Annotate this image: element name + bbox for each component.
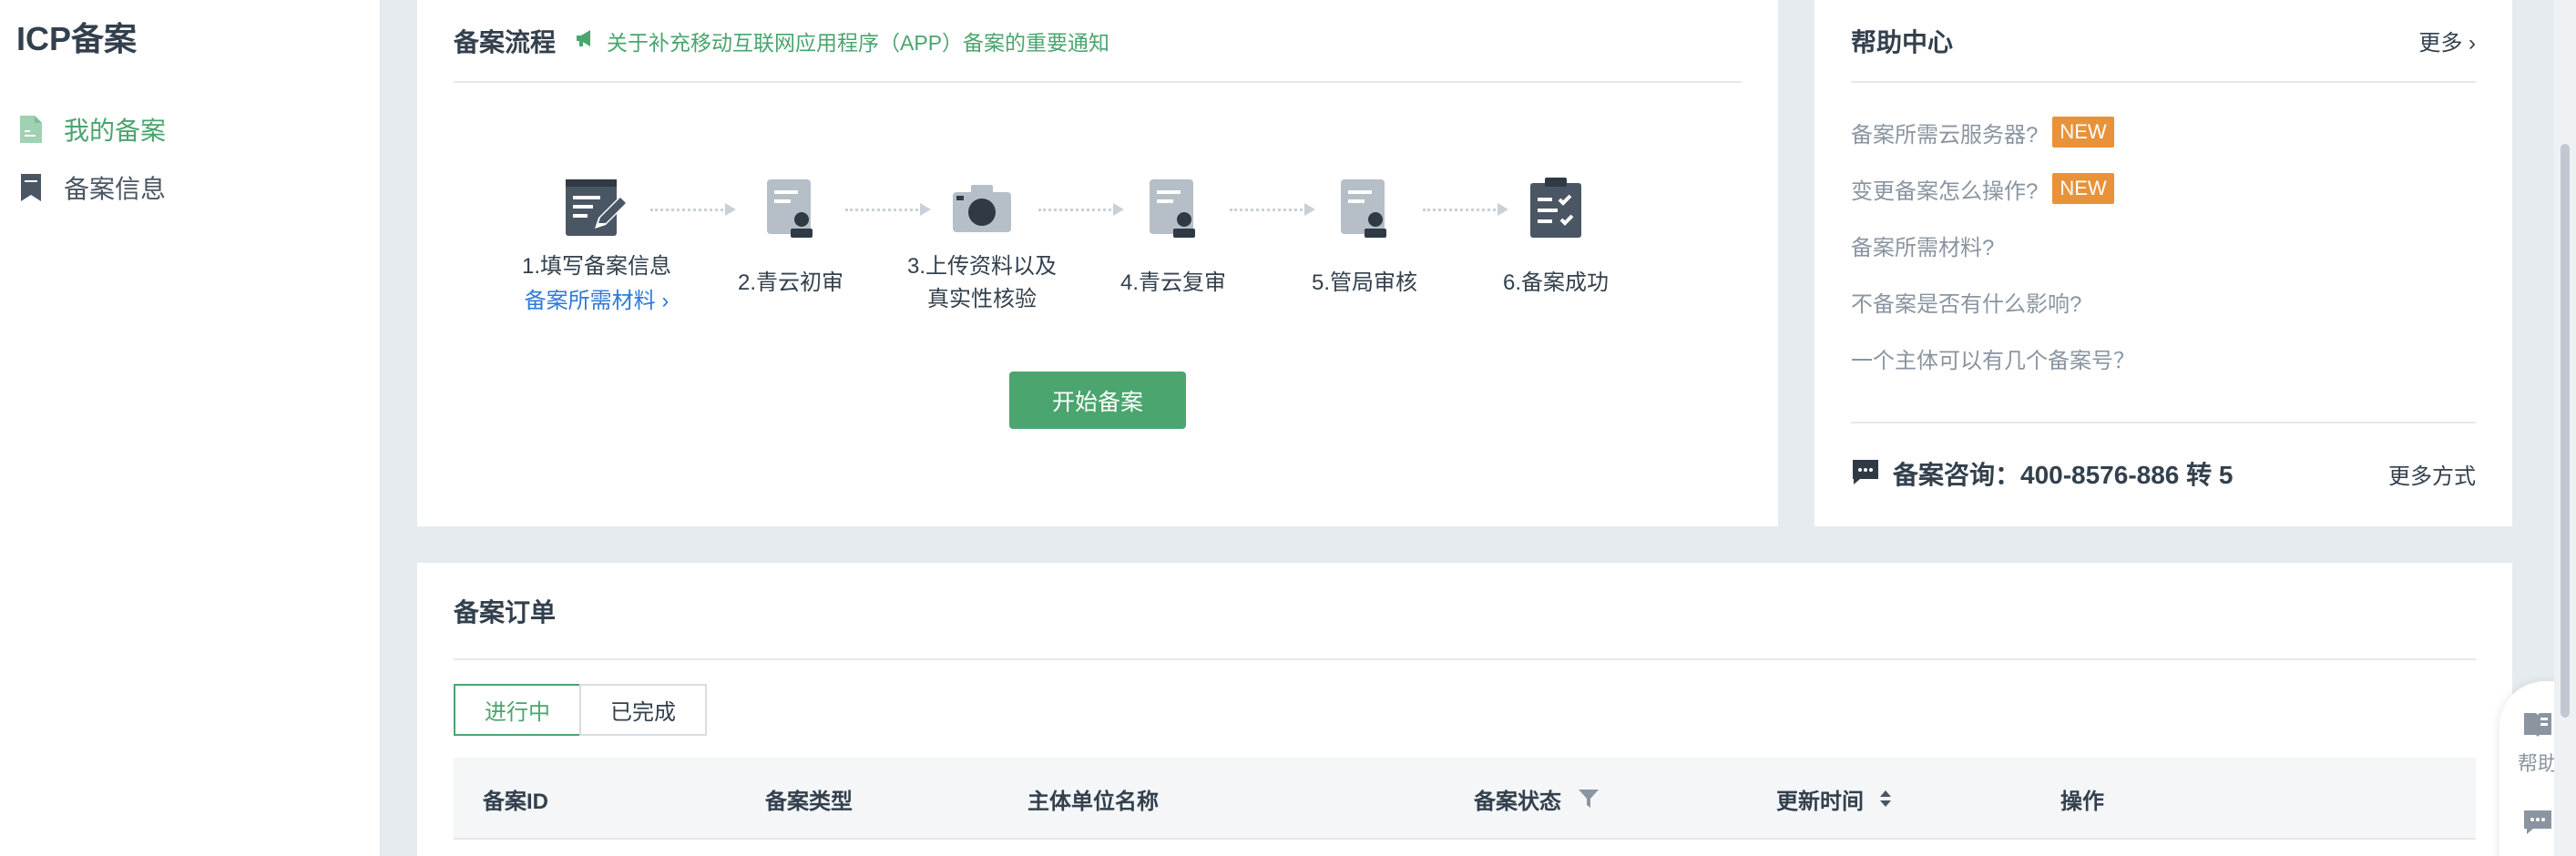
help-item-label: 一个主体可以有几个备案号？ <box>1851 348 2135 373</box>
help-item-label: 备案所需云服务器? <box>1851 122 2039 148</box>
form-edit-icon <box>564 176 629 241</box>
step-success: 6.备案成功 <box>1465 176 1647 300</box>
process-title: 备案流程 <box>454 27 557 56</box>
column-filing-type: 备案类型 <box>765 789 853 814</box>
chat-bubble-icon <box>1851 457 1880 491</box>
sidebar-item-my-filings[interactable]: 我的备案 <box>16 109 363 149</box>
clipboard-check-icon <box>1523 176 1589 241</box>
help-item[interactable]: 备案所需材料? <box>1851 227 1994 263</box>
step-fill-info: 1.填写备案信息 备案所需材料 › <box>506 176 688 320</box>
divider <box>1851 422 2476 423</box>
notice-label: 关于补充移动互联网应用程序（APP）备案的重要通知 <box>607 30 1110 55</box>
review-stamp-icon <box>1140 176 1206 241</box>
step-label: 3.上传资料以及 <box>906 254 1057 279</box>
step-upload-verify: 3.上传资料以及 真实性核验 <box>891 176 1073 316</box>
column-update-time: 更新时间 <box>1776 758 1893 840</box>
help-item-label: 备案所需材料? <box>1851 235 1995 260</box>
step-initial-review: 2.青云初审 <box>700 176 882 300</box>
tab-completed[interactable]: 已完成 <box>579 684 707 736</box>
help-item-label: 变更备案怎么操作? <box>1851 178 2039 204</box>
column-filing-status: 备案状态 <box>1474 758 1600 840</box>
step-bureau-review: 5.管局审核 <box>1273 176 1456 300</box>
step-label: 真实性核验 <box>927 287 1037 311</box>
sidebar: ICP备案 我的备案 备案信息 <box>0 0 381 856</box>
start-filing-button[interactable]: 开始备案 <box>1009 372 1186 429</box>
scrollbar-thumb[interactable] <box>2561 144 2570 718</box>
filing-orders-card: 备案订单 进行中 已完成 备案ID 备案类型 主体单位名称 备案状态 更新时间 <box>417 563 2512 856</box>
filing-process-card: 备案流程 关于补充移动互联网应用程序（APP）备案的重要通知 1.填写备案信息 … <box>417 0 1778 526</box>
orders-table-header: 备案ID 备案类型 主体单位名称 备案状态 更新时间 操作 <box>454 758 2476 840</box>
filter-icon[interactable] <box>1578 788 1600 810</box>
consult-row: 备案咨询：400-8576-886 转 5 更多方式 <box>1851 453 2476 494</box>
sort-icon[interactable] <box>1878 788 1893 810</box>
megaphone-icon <box>576 29 596 52</box>
help-item[interactable]: 备案所需云服务器? NEW <box>1851 114 2114 150</box>
order-tabs: 进行中 已完成 <box>454 684 707 736</box>
help-center-card: 帮助中心 更多 › 备案所需云服务器? NEW 变更备案怎么操作? NEW 备案… <box>1814 0 2512 526</box>
orders-title: 备案订单 <box>454 597 557 627</box>
review-stamp-icon <box>1332 176 1397 241</box>
sidebar-item-label: 备案信息 <box>64 175 167 203</box>
sidebar-item-label: 我的备案 <box>64 117 167 145</box>
page-scrollbar[interactable] <box>2554 0 2576 856</box>
step-second-review: 4.青云复审 <box>1082 176 1264 300</box>
process-header: 备案流程 关于补充移动互联网应用程序（APP）备案的重要通知 <box>454 0 1742 83</box>
step-label: 6.备案成功 <box>1502 270 1609 295</box>
help-item[interactable]: 变更备案怎么操作? NEW <box>1851 170 2114 207</box>
help-item-label: 不备案是否有什么影响? <box>1851 291 2082 317</box>
step-label: 5.管局审核 <box>1311 270 1417 295</box>
camera-icon <box>949 176 1015 241</box>
more-methods-link[interactable]: 更多方式 <box>2388 458 2476 490</box>
step-label: 1.填写备案信息 <box>521 254 671 279</box>
column-filing-id: 备案ID <box>483 789 548 814</box>
document-icon <box>16 113 46 146</box>
new-badge: NEW <box>2052 117 2114 148</box>
step-label: 2.青云初审 <box>737 270 843 295</box>
column-label: 更新时间 <box>1776 789 1864 814</box>
required-materials-link[interactable]: 备案所需材料 › <box>506 283 688 320</box>
notice-link[interactable]: 关于补充移动互联网应用程序（APP）备案的重要通知 <box>576 25 1109 56</box>
bookmark-icon <box>16 171 46 204</box>
help-more-link[interactable]: 更多 › <box>2418 25 2476 56</box>
column-label: 备案状态 <box>1474 789 1561 814</box>
column-actions: 操作 <box>2060 789 2104 814</box>
new-badge: NEW <box>2052 173 2114 204</box>
column-entity-name: 主体单位名称 <box>1027 789 1159 814</box>
consult-phone: 备案咨询：400-8576-886 转 5 <box>1893 461 2234 489</box>
sidebar-title: ICP备案 <box>16 20 138 57</box>
help-item[interactable]: 一个主体可以有几个备案号？ <box>1851 340 2135 376</box>
help-title: 帮助中心 <box>1851 27 1954 56</box>
sidebar-item-filing-info[interactable]: 备案信息 <box>16 168 363 208</box>
step-label: 4.青云复审 <box>1119 270 1226 295</box>
help-header: 帮助中心 更多 › <box>1851 0 2476 83</box>
orders-header: 备案订单 <box>454 563 2476 660</box>
tab-in-progress[interactable]: 进行中 <box>454 684 581 736</box>
help-item[interactable]: 不备案是否有什么影响? <box>1851 283 2081 320</box>
review-stamp-icon <box>758 176 823 241</box>
